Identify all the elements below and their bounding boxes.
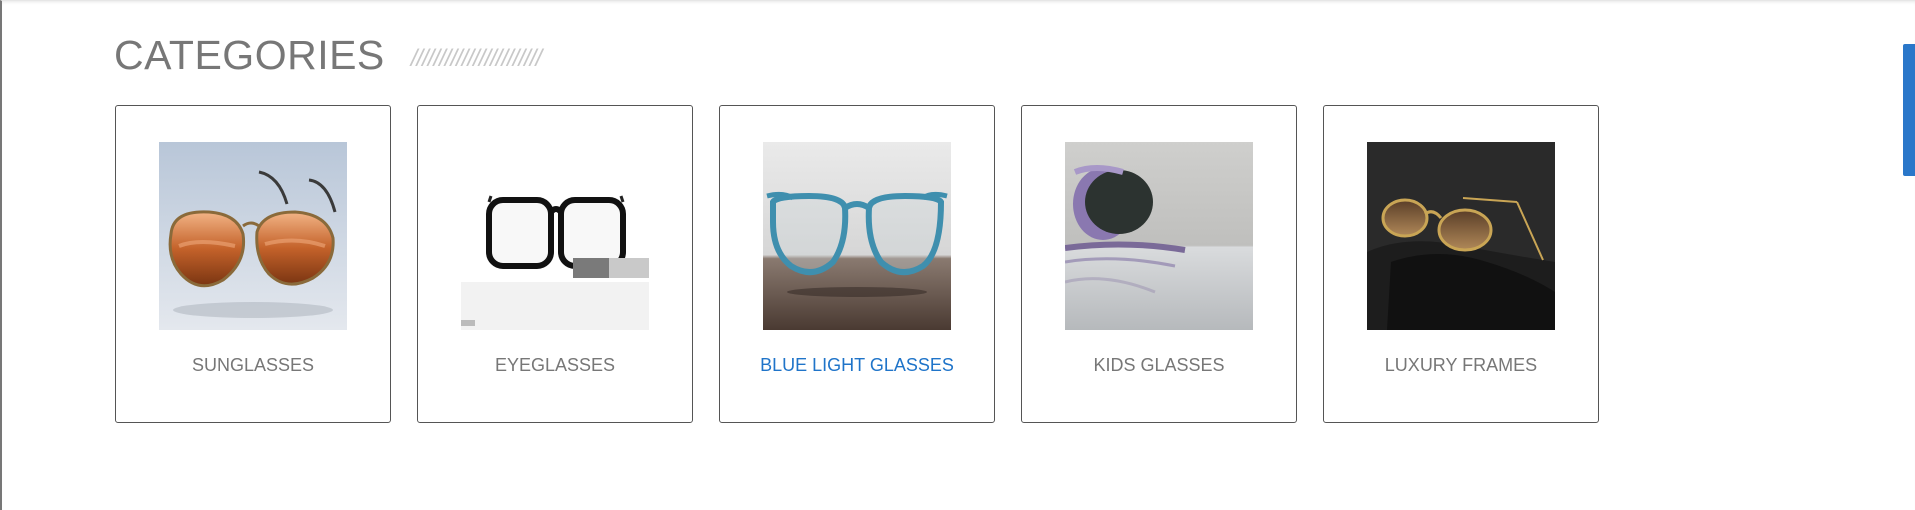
category-card-sunglasses[interactable]: SUNGLASSES [115, 105, 391, 423]
scrollbar-thumb[interactable] [1903, 44, 1915, 176]
category-label: LUXURY FRAMES [1384, 355, 1538, 375]
kids-glasses-image [1065, 142, 1253, 330]
category-card-kids-glasses[interactable]: KIDS GLASSES [1021, 105, 1297, 423]
category-label: BLUE LIGHT GLASSES [760, 355, 954, 375]
category-card-eyeglasses[interactable]: EYEGLASSES [417, 105, 693, 423]
title-decoration: /////////////////////// [410, 45, 542, 72]
category-list: SUNGLASSES EYEGLASSES BLUE LIGHT GLASSES… [115, 105, 1625, 423]
section-title: CATEGORIES [114, 32, 385, 78]
black-eyeglasses-image [461, 142, 649, 330]
category-label: SUNGLASSES [191, 355, 315, 375]
blue-light-glasses-image [763, 142, 951, 330]
categories-page: CATEGORIES /////////////////////// SUNGL… [0, 0, 1915, 510]
section-header: CATEGORIES /////////////////////// [114, 31, 542, 79]
aviator-sunglasses-image [159, 142, 347, 330]
category-label: KIDS GLASSES [1093, 355, 1225, 375]
gold-frames-image [1367, 142, 1555, 330]
category-label: EYEGLASSES [494, 355, 616, 375]
category-card-blue-light-glasses[interactable]: BLUE LIGHT GLASSES [719, 105, 995, 423]
category-card-luxury-frames[interactable]: LUXURY FRAMES [1323, 105, 1599, 423]
